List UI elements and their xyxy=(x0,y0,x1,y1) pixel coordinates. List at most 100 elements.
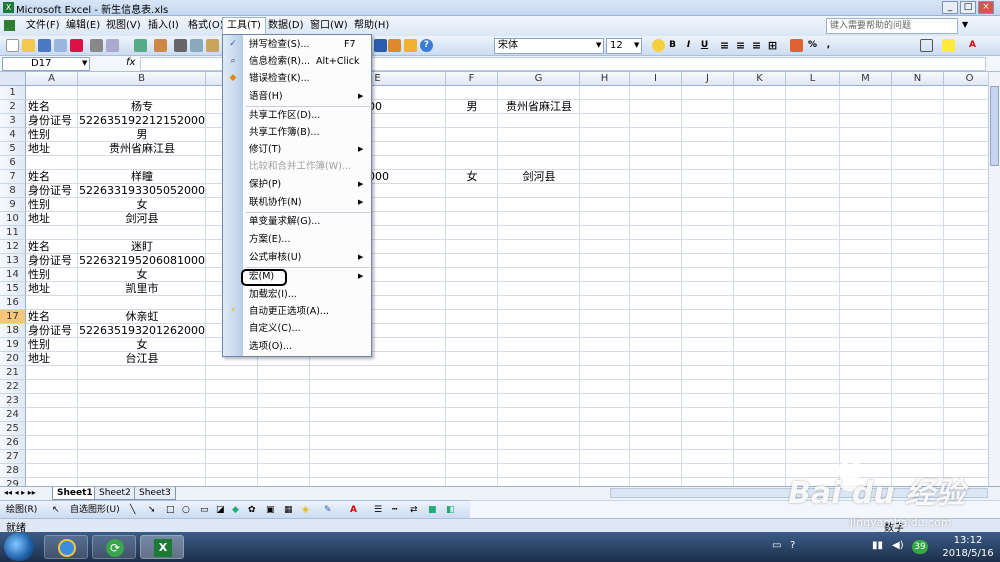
column-header[interactable]: H xyxy=(580,72,630,86)
menu-item-addins[interactable]: 加载宏(I)... xyxy=(249,286,297,303)
print-icon[interactable] xyxy=(90,39,103,52)
scroll-thumb[interactable] xyxy=(990,86,999,166)
cell-a18[interactable]: 身份证号 xyxy=(28,324,72,338)
align-right-icon[interactable]: ≡ xyxy=(750,39,763,52)
fill-color-icon[interactable] xyxy=(942,39,955,52)
research-icon[interactable] xyxy=(154,39,167,52)
column-header[interactable]: B xyxy=(78,72,206,86)
cell-b19[interactable]: 女 xyxy=(78,338,206,352)
cell-a19[interactable]: 性别 xyxy=(28,338,50,352)
oval-icon[interactable]: ○ xyxy=(182,504,190,516)
underline-button[interactable]: U xyxy=(698,39,711,52)
tray-badge[interactable]: 39 xyxy=(912,540,928,554)
line-color-icon[interactable]: ✎ xyxy=(324,504,332,516)
align-center-icon[interactable]: ≡ xyxy=(734,39,747,52)
help-icon[interactable]: ? xyxy=(420,39,433,52)
menu-item-formula-auditing[interactable]: 公式审核(U) xyxy=(249,249,301,266)
arrow-style-icon[interactable]: ⇄ xyxy=(410,504,418,516)
volume-icon[interactable]: ◀) xyxy=(892,540,904,551)
row-header[interactable]: 27 xyxy=(0,450,26,464)
row-header[interactable]: 26 xyxy=(0,436,26,450)
cell-a20[interactable]: 地址 xyxy=(28,352,50,366)
start-button[interactable] xyxy=(4,533,34,561)
font-dropdown-icon[interactable]: ▼ xyxy=(596,41,601,49)
image-icon[interactable]: ▦ xyxy=(284,504,293,516)
merge-center-icon[interactable]: ⊞ xyxy=(766,39,779,52)
cell-b7[interactable]: 样瞳 xyxy=(78,170,206,184)
tray-icon[interactable]: ▭ xyxy=(772,540,781,551)
menu-item-options[interactable]: 选项(O)... xyxy=(249,338,292,355)
row-header[interactable]: 23 xyxy=(0,394,26,408)
size-dropdown-icon[interactable]: ▼ xyxy=(634,41,639,49)
row-header[interactable]: 2 xyxy=(0,100,26,114)
row-header[interactable]: 12 xyxy=(0,240,26,254)
wordart-icon[interactable]: ◪ xyxy=(216,504,225,516)
currency-icon[interactable] xyxy=(790,39,803,52)
column-header[interactable]: K xyxy=(734,72,786,86)
clipart-icon[interactable]: ✿ xyxy=(248,504,256,516)
row-header[interactable]: 16 xyxy=(0,296,26,310)
paste-icon[interactable] xyxy=(206,39,219,52)
menu-item-share-workbook[interactable]: 共享工作簿(B)... xyxy=(249,124,320,141)
row-header[interactable]: 13 xyxy=(0,254,26,268)
taskbar-browser[interactable]: ⟳ xyxy=(92,535,136,559)
taskbar-excel[interactable]: X xyxy=(140,535,184,559)
help-dropdown-icon[interactable]: ▼ xyxy=(962,20,968,29)
permission-icon[interactable] xyxy=(54,39,67,52)
row-header[interactable]: 7 xyxy=(0,170,26,184)
cell-f2[interactable]: 男 xyxy=(446,100,498,114)
row-header[interactable]: 8 xyxy=(0,184,26,198)
drawing-icon[interactable] xyxy=(404,39,417,52)
row-header[interactable]: 19 xyxy=(0,338,26,352)
help-search-input[interactable]: 键入需要帮助的问题 xyxy=(826,18,958,34)
cell-a13[interactable]: 身份证号 xyxy=(28,254,72,268)
cell-a15[interactable]: 地址 xyxy=(28,282,50,296)
column-header[interactable]: N xyxy=(892,72,944,86)
maximize-button[interactable]: □ xyxy=(960,1,976,14)
menu-item-online-collab[interactable]: 联机协作(N) xyxy=(249,194,302,211)
select-pointer-icon[interactable]: ↖ xyxy=(52,504,60,516)
cell-a4[interactable]: 性别 xyxy=(28,128,50,142)
chart-wizard-icon[interactable] xyxy=(388,39,401,52)
cell-b9[interactable]: 女 xyxy=(78,198,206,212)
cell-b2[interactable]: 杨专 xyxy=(78,100,206,114)
menu-item-research[interactable]: 信息检索(R)... xyxy=(249,53,310,70)
cell-g2[interactable]: 贵州省麻江县 xyxy=(498,100,580,114)
menu-edit[interactable]: 编辑(E) xyxy=(62,18,104,34)
column-header[interactable]: O xyxy=(944,72,988,86)
arrow-icon[interactable]: ➘ xyxy=(148,504,156,516)
row-header[interactable]: 3 xyxy=(0,114,26,128)
spelling-icon[interactable] xyxy=(134,39,147,52)
shadow-icon[interactable]: ■ xyxy=(428,504,437,516)
row-header[interactable]: 18 xyxy=(0,324,26,338)
row-header[interactable]: 14 xyxy=(0,268,26,282)
print-preview-icon[interactable] xyxy=(106,39,119,52)
open-icon[interactable] xyxy=(22,39,35,52)
worksheet-grid[interactable]: ABCDEFGHIJKLMNO1234567891011121314151617… xyxy=(0,72,988,486)
sort-icon[interactable] xyxy=(374,39,387,52)
cell-g7[interactable]: 剑河县 xyxy=(498,170,580,184)
row-header[interactable]: 28 xyxy=(0,464,26,478)
cell-b5[interactable]: 贵州省麻江县 xyxy=(78,142,206,156)
borders-icon[interactable] xyxy=(920,39,933,52)
menu-window[interactable]: 窗口(W) xyxy=(306,18,352,34)
menu-item-track-changes[interactable]: 修订(T) xyxy=(249,141,281,158)
column-header[interactable]: J xyxy=(682,72,734,86)
email-icon[interactable] xyxy=(70,39,83,52)
align-left-icon[interactable]: ≡ xyxy=(718,39,731,52)
cell-a12[interactable]: 姓名 xyxy=(28,240,50,254)
cell-a8[interactable]: 身份证号 xyxy=(28,184,72,198)
smiley-icon[interactable] xyxy=(652,39,665,52)
menu-insert[interactable]: 插入(I) xyxy=(144,18,183,34)
menu-data[interactable]: 数据(D) xyxy=(264,18,308,34)
cell-b10[interactable]: 剑河县 xyxy=(78,212,206,226)
diagram-icon[interactable]: ◆ xyxy=(232,504,239,516)
tab-sheet3[interactable]: Sheet3 xyxy=(134,487,176,500)
row-header[interactable]: 10 xyxy=(0,212,26,226)
textbox-icon[interactable]: ▭ xyxy=(200,504,209,516)
menu-item-autocorrect[interactable]: 自动更正选项(A)... xyxy=(249,303,329,320)
percent-button[interactable]: % xyxy=(806,39,819,52)
close-button[interactable]: × xyxy=(978,1,994,14)
cell-b3[interactable]: 522635192212152000 xyxy=(78,114,206,128)
menu-item-protection[interactable]: 保护(P) xyxy=(249,176,281,193)
